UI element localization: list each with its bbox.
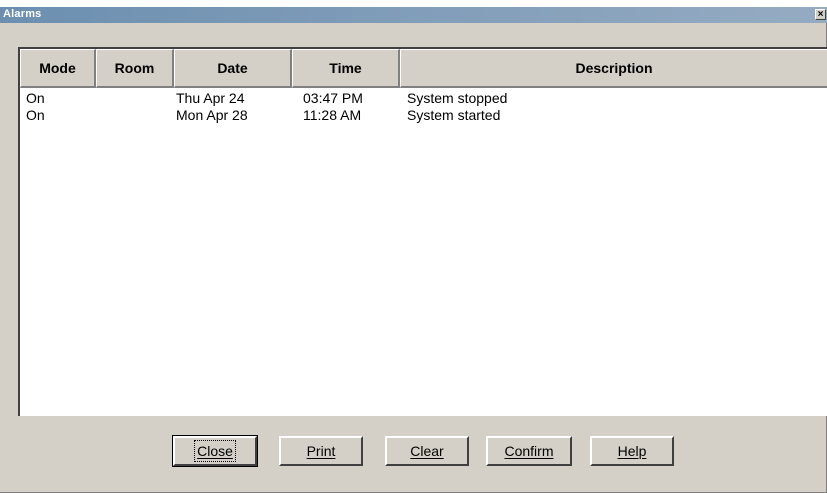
close-button[interactable]: Close [172, 435, 258, 467]
alarms-list[interactable]: Mode Room Date Time Description On Thu A… [18, 47, 827, 416]
confirm-button-label: Confirm [504, 443, 554, 459]
close-button-label: Close [194, 440, 236, 462]
title-bar[interactable]: Alarms × [0, 7, 827, 23]
column-header-description[interactable]: Description [400, 49, 827, 88]
cell-mode: On [26, 107, 45, 123]
button-bar: Close Print Clear Confirm Help [0, 435, 827, 472]
cell-description: System stopped [407, 90, 508, 106]
print-button-label: Print [306, 443, 336, 459]
close-window-icon[interactable]: × [815, 9, 826, 20]
column-header-time[interactable]: Time [292, 49, 400, 88]
table-row[interactable]: On Mon Apr 28 11:28 AM System started [20, 107, 827, 124]
column-header-date[interactable]: Date [174, 49, 292, 88]
column-header-mode[interactable]: Mode [20, 49, 96, 88]
cell-description: System started [407, 107, 501, 123]
alarms-dialog: Alarms × Mode Room Date Time Description… [0, 0, 827, 493]
top-margin [0, 0, 827, 7]
list-header: Mode Room Date Time Description [20, 49, 827, 88]
cell-date: Thu Apr 24 [176, 90, 245, 106]
table-row[interactable]: On Thu Apr 24 03:47 PM System stopped [20, 90, 827, 107]
column-header-room[interactable]: Room [96, 49, 174, 88]
print-button[interactable]: Print [279, 436, 363, 466]
cell-time: 03:47 PM [303, 90, 363, 106]
list-rows: On Thu Apr 24 03:47 PM System stopped On… [20, 90, 827, 124]
clear-button-label: Clear [410, 443, 444, 459]
cell-time: 11:28 AM [303, 107, 362, 123]
window-title: Alarms [3, 8, 42, 20]
confirm-button[interactable]: Confirm [486, 436, 572, 466]
clear-button[interactable]: Clear [385, 436, 469, 466]
help-button[interactable]: Help [590, 436, 674, 466]
cell-date: Mon Apr 28 [176, 107, 248, 123]
cell-mode: On [26, 90, 45, 106]
help-button-label: Help [617, 443, 647, 459]
